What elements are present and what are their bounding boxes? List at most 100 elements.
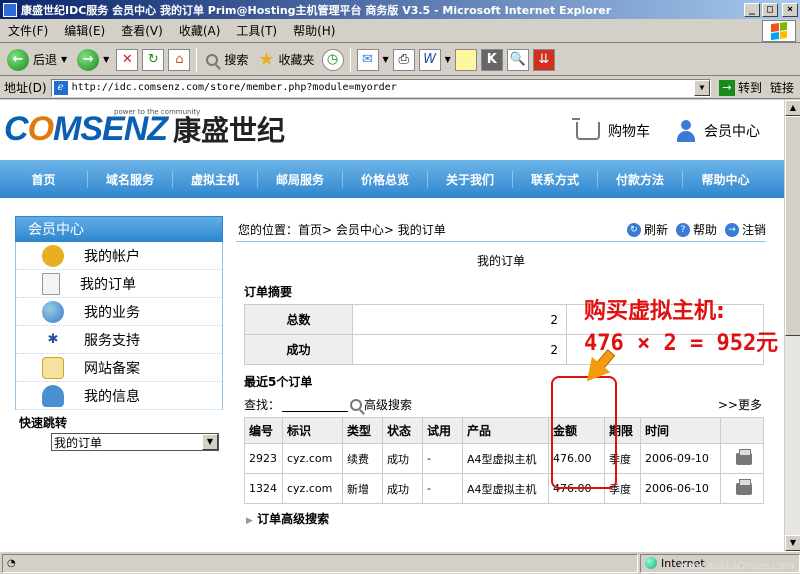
table-header-row: 编号 标识 类型 状态 试用 产品 金额 期限 时间 — [244, 417, 764, 444]
back-label: 后退 — [33, 53, 58, 67]
page-viewport: power to the community COMSENZ 康盛世纪 购物车 … — [0, 100, 784, 551]
address-input[interactable]: e http://idc.comsenz.com/store/member.ph… — [50, 78, 711, 97]
breadcrumb[interactable]: 您的位置：首页> 会员中心> 我的订单 — [236, 221, 446, 238]
search-label: 搜索 — [224, 53, 249, 67]
refresh-icon[interactable]: ↻ — [142, 48, 165, 71]
col-date: 时间 — [640, 417, 721, 444]
forward-dropdown-icon[interactable]: ▼ — [103, 55, 109, 64]
menu-tools[interactable]: 工具(T) — [228, 22, 285, 39]
table-row[interactable]: 2923 cyz.com 续费 成功 - A4型虚拟主机 476.00 季度 2… — [244, 443, 764, 474]
chevron-down-icon[interactable]: ▼ — [202, 434, 218, 450]
nav-pricing[interactable]: 价格总览 — [343, 170, 428, 188]
links-button[interactable]: 链接 — [770, 79, 800, 96]
page-done-icon: ◔ — [7, 557, 16, 569]
sidebar-item-icp[interactable]: 网站备案 — [16, 354, 222, 382]
cell-domain: cyz.com — [282, 443, 343, 474]
print-order-button[interactable] — [720, 473, 764, 504]
cell-id: 1324 — [244, 473, 283, 504]
table-row[interactable]: 1324 cyz.com 新增 成功 - A4型虚拟主机 476.00 季度 2… — [244, 473, 764, 504]
recent-orders-title: 最近5个订单 — [244, 375, 313, 389]
stop-icon[interactable]: ✕ — [116, 48, 139, 71]
edit-word-icon[interactable]: W — [418, 48, 441, 71]
member-center-link[interactable]: 会员中心 — [676, 120, 760, 142]
scroll-thumb[interactable] — [785, 116, 800, 336]
cart-label: 购物车 — [608, 124, 650, 140]
cart-icon — [572, 118, 600, 140]
back-arrow-icon: ← — [7, 48, 29, 71]
address-url[interactable]: http://idc.comsenz.com/store/member.php?… — [72, 82, 694, 93]
annotation-line-1: 购买虚拟主机: — [584, 299, 725, 324]
search-icon[interactable] — [350, 398, 363, 411]
cell-type: 新增 — [342, 473, 383, 504]
minimize-button[interactable]: _ — [744, 2, 760, 17]
research-icon[interactable]: 🔍 — [506, 48, 529, 71]
address-dropdown-icon[interactable]: ▼ — [693, 79, 710, 96]
go-label: 转到 — [737, 81, 762, 95]
site-logo[interactable]: power to the community COMSENZ 康盛世纪 — [4, 106, 285, 152]
advanced-search-link[interactable]: 高级搜索 — [364, 396, 412, 413]
help-icon: ? — [675, 222, 690, 237]
search-button[interactable]: 搜索 — [203, 47, 251, 73]
print-icon[interactable]: ⎙ — [392, 48, 415, 71]
menu-view[interactable]: 查看(V) — [113, 22, 171, 39]
quick-jump-value: 我的订单 — [54, 435, 103, 450]
quick-jump-select[interactable]: 我的订单 ▼ — [51, 433, 219, 451]
download-tool-icon[interactable]: ⇊ — [532, 48, 555, 71]
col-id: 编号 — [244, 417, 283, 444]
refresh-link[interactable]: ↻ 刷新 — [626, 221, 668, 238]
sidebar-item-account[interactable]: 我的帐户 — [16, 242, 222, 270]
status-text: ◔ — [2, 553, 638, 573]
history-icon[interactable]: ◷ — [321, 48, 344, 71]
cell-trial: - — [422, 443, 463, 474]
nav-payment[interactable]: 付款方法 — [598, 170, 683, 188]
internet-zone-icon — [645, 557, 657, 569]
sidebar-item-info[interactable]: 我的信息 — [16, 382, 222, 410]
mail-dropdown-icon[interactable]: ▼ — [383, 55, 389, 64]
menu-help[interactable]: 帮助(H) — [285, 22, 343, 39]
nav-contact[interactable]: 联系方式 — [513, 170, 598, 188]
more-link[interactable]: >>更多 — [718, 396, 762, 413]
order-advanced-search-link[interactable]: ▶ 订单高级搜索 — [236, 510, 766, 527]
logout-link[interactable]: → 注销 — [724, 221, 766, 238]
member-center-label: 会员中心 — [704, 124, 760, 140]
forward-button[interactable]: → ▼ — [74, 47, 112, 73]
back-button[interactable]: ← 后退 ▼ — [4, 47, 70, 73]
address-bar: 地址(D) e http://idc.comsenz.com/store/mem… — [0, 77, 800, 99]
nav-about[interactable]: 关于我们 — [428, 170, 513, 188]
logout-icon: → — [724, 222, 739, 237]
help-link[interactable]: ? 帮助 — [675, 221, 717, 238]
printer-icon — [736, 448, 752, 465]
nav-mail[interactable]: 邮局服务 — [258, 170, 343, 188]
menu-file[interactable]: 文件(F) — [0, 22, 56, 39]
sidebar-item-business[interactable]: 我的业务 — [16, 298, 222, 326]
k-tool-icon[interactable]: K — [480, 48, 503, 71]
col-domain: 标识 — [282, 417, 343, 444]
order-search-input[interactable] — [282, 398, 349, 412]
cart-link[interactable]: 购物车 — [572, 118, 650, 141]
sidebar-item-orders[interactable]: 我的订单 — [16, 270, 222, 298]
back-dropdown-icon[interactable]: ▼ — [61, 55, 67, 64]
nav-domain[interactable]: 域名服务 — [88, 170, 173, 188]
certificate-icon — [42, 356, 64, 379]
favorites-button[interactable]: ★ 收藏夹 — [255, 47, 317, 73]
summary-value: 2 — [352, 304, 567, 335]
help-label: 帮助 — [692, 223, 717, 237]
menu-edit[interactable]: 编辑(E) — [56, 22, 113, 39]
edit-dropdown-icon[interactable]: ▼ — [445, 55, 451, 64]
scroll-up-icon[interactable]: ▲ — [785, 100, 800, 116]
nav-help[interactable]: 帮助中心 — [683, 171, 768, 188]
toolbar-separator — [349, 47, 351, 72]
maximize-button[interactable]: □ — [762, 2, 778, 17]
scroll-down-icon[interactable]: ▼ — [785, 535, 800, 551]
nav-home[interactable]: 首页 — [0, 170, 88, 188]
close-button[interactable]: × — [782, 2, 798, 17]
go-button[interactable]: → 转到 — [715, 79, 766, 96]
note-icon[interactable] — [454, 48, 477, 71]
print-order-button[interactable] — [720, 443, 764, 474]
sidebar-item-support[interactable]: ✱ 服务支持 — [16, 326, 222, 354]
home-icon[interactable]: ⌂ — [168, 48, 191, 71]
nav-hosting[interactable]: 虚拟主机 — [173, 170, 258, 188]
menu-favorites[interactable]: 收藏(A) — [171, 22, 229, 39]
mail-icon[interactable]: ✉ — [356, 48, 379, 71]
vertical-scrollbar[interactable]: ▲ ▼ — [784, 100, 800, 551]
